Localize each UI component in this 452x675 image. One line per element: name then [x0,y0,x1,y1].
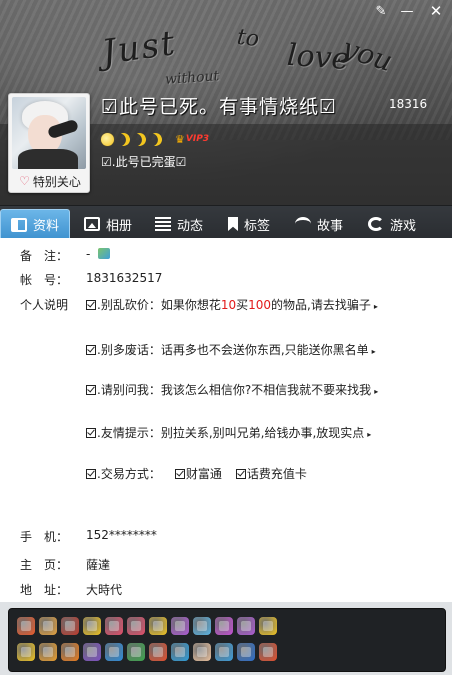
bio-line: .别乱砍价：如果你想花10买100的物品,请去找骗子 ▸ [86,296,378,313]
more-arrow-icon: ▸ [371,347,376,356]
bio-line-trade: .交易方式： 财富通 话费充值卡 [86,465,307,482]
service-badge-icon[interactable] [171,643,189,661]
more-arrow-icon: ▸ [367,430,372,439]
vip-badge[interactable]: ♛ VIP3 [175,132,209,146]
tab-label: 游戏 [390,218,417,234]
bio-line: .请别问我：我该怎么相信你?不相信我就不要来找我 ▸ [86,381,378,398]
nickname: ☑此号已死。有事情烧纸☑ [101,96,338,118]
checkbox-icon [174,469,185,479]
phone-label: 手 机： [20,530,69,544]
address-label: 地 址： [20,583,69,597]
service-badge-icon[interactable] [237,643,255,661]
tab-feed[interactable]: 动态 [145,209,203,239]
moon-icon [115,131,132,148]
photo-icon [84,217,100,231]
moon-icon [147,131,164,148]
game-icon [368,217,384,231]
remark-label: 备 注： [20,249,69,263]
address-value: 大時代 [86,583,123,597]
more-arrow-icon: ▸ [373,302,378,311]
heart-icon: ♡ [19,174,30,188]
service-badge-icon[interactable] [83,643,101,661]
edit-remark-icon[interactable] [98,248,111,259]
tab-games[interactable]: 游戏 [358,209,416,239]
feed-icon [155,217,171,231]
skin-button[interactable]: ✎ [371,3,391,19]
phone-value: 152******** [86,528,157,542]
story-icon [295,217,311,231]
service-badge-icon[interactable] [171,617,189,635]
service-badge-icon[interactable] [127,643,145,661]
service-badge-icon[interactable] [61,617,79,635]
tab-label: 资料 [33,219,60,234]
tab-label: 动态 [177,218,204,234]
tab-label: 标签 [244,218,271,234]
service-badge-icon[interactable] [149,643,167,661]
remark-value[interactable]: - [86,247,111,261]
qq-number: 18316 [389,97,428,111]
service-badge-icon[interactable] [127,617,145,635]
homepage-value[interactable]: 薩達 [86,556,110,573]
service-badge-icon[interactable] [17,617,35,635]
service-badges-panel [8,608,446,672]
tab-bar: 资料 相册 动态 标签 故事 游戏 ◀ ▶ [0,205,452,432]
moon-icon [131,131,148,148]
avatar[interactable] [12,97,86,169]
service-badge-icon[interactable] [259,643,277,661]
checkbox-icon [235,469,246,479]
badge-row [17,643,277,661]
checkbox-icon [86,469,96,479]
checkbox-icon [86,345,96,355]
more-arrow-icon: ▸ [374,387,379,396]
service-badge-icon[interactable] [61,643,79,661]
service-badge-icon[interactable] [149,617,167,635]
service-badge-icon[interactable] [39,617,57,635]
account-value: 1831632517 [86,271,163,285]
service-badge-icon[interactable] [215,643,233,661]
tab-album[interactable]: 相册 [74,209,132,239]
banner-word: to [235,24,261,53]
tab-tags[interactable]: 标签 [218,209,270,239]
crown-icon: ♛ [175,132,185,146]
badge-row [17,617,277,635]
bio-line: .别多废话：话再多也不会送你东西,只能送你黑名单 ▸ [86,341,376,358]
bio-line: .友情提示：别拉关系,别叫兄弟,给钱办事,放现实点 ▸ [86,424,371,441]
close-icon: ✕ [429,2,443,20]
service-badge-icon[interactable] [215,617,233,635]
homepage-label: 主 页： [20,558,69,572]
tab-label: 相册 [106,218,133,234]
account-label: 帐 号： [20,273,69,287]
checkbox-icon [86,300,96,310]
service-badge-icon[interactable] [105,617,123,635]
checkbox-icon [86,428,96,438]
minimize-button[interactable]: — [397,3,417,19]
signature: ☑.此号已完蛋☑ [101,155,187,169]
checkbox-icon [86,385,96,395]
service-badge-icon[interactable] [193,617,211,635]
special-care-label: 特别关心 [32,174,81,189]
avatar-card: ♡ 特别关心 [8,93,90,193]
profile-header: Just to love you without ✎ — ✕ ♡ 特别关心 ☑此… [0,0,452,205]
service-badge-icon[interactable] [105,643,123,661]
service-badge-icon[interactable] [193,643,211,661]
service-badge-icon[interactable] [237,617,255,635]
tab-story[interactable]: 故事 [285,209,343,239]
service-badge-icon[interactable] [259,617,277,635]
bio-label: 个人说明 [20,298,69,312]
special-care-button[interactable]: ♡ 特别关心 [13,173,87,189]
paintbrush-icon: ✎ [375,3,387,19]
profile-card-icon [11,217,27,232]
profile-info-panel: 备 注： - 帐 号： 1831632517 个人说明 .别乱砍价：如果你想花1… [0,238,452,602]
minimize-icon: — [400,3,414,19]
service-badge-icon[interactable] [83,617,101,635]
service-badge-icon[interactable] [17,643,35,661]
service-badge-icon[interactable] [39,643,57,661]
level-row[interactable]: ♛ VIP3 [101,131,209,147]
vip-label: VIP3 [185,134,210,144]
sun-icon [101,132,114,146]
tag-icon [228,217,238,231]
tab-profile[interactable]: 资料 [0,209,70,239]
tab-label: 故事 [317,218,344,234]
close-button[interactable]: ✕ [426,2,446,20]
